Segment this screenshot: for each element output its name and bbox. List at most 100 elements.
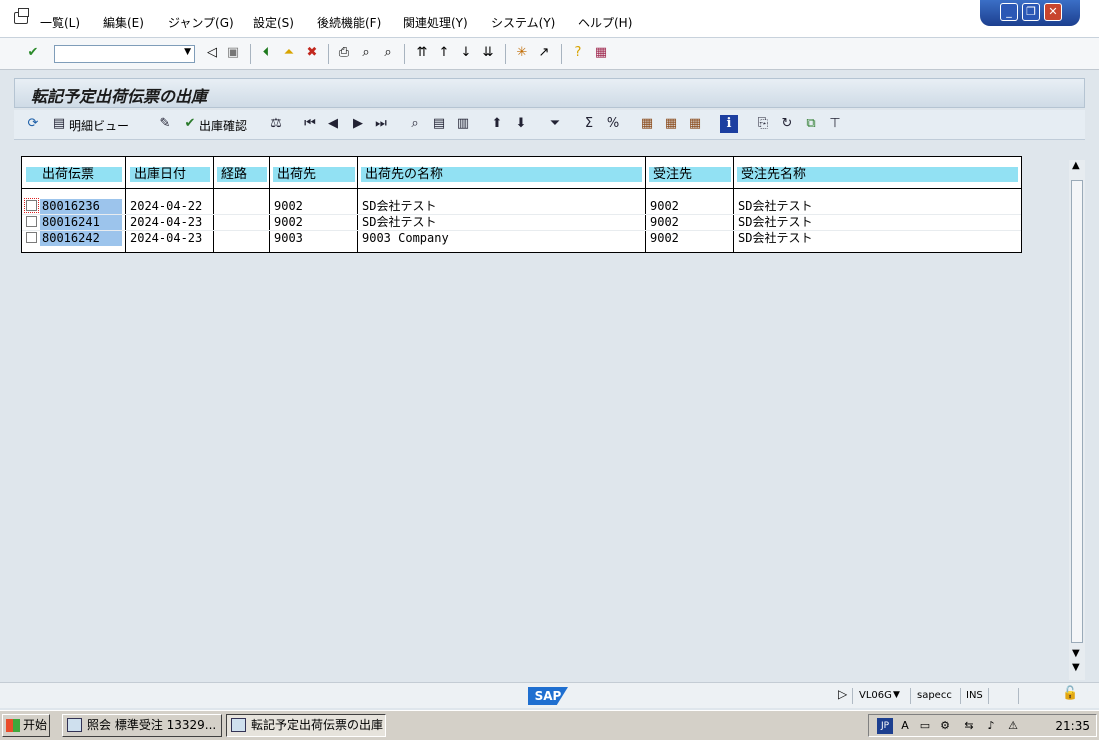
sum-icon[interactable]: Σ xyxy=(580,115,598,133)
chevron-down-icon[interactable]: ▼ xyxy=(893,690,900,700)
ime-input-icon[interactable]: ▭ xyxy=(917,718,933,734)
header-ship-to[interactable]: 出荷先 xyxy=(273,167,355,182)
taskbar-item-goods-issue[interactable]: 転記予定出荷伝票の出庫 xyxy=(226,714,386,737)
details-icon[interactable]: ⌕ xyxy=(406,115,424,133)
change-layout-icon[interactable]: ▦ xyxy=(638,115,656,133)
sort-ascending-icon[interactable]: ⬆ xyxy=(488,115,506,133)
detail-view-icon[interactable]: ▤ xyxy=(50,115,68,133)
previous-item-icon[interactable]: ◀ xyxy=(324,115,342,133)
spreadsheet-icon[interactable]: ⧉ xyxy=(802,115,820,133)
exit-icon[interactable]: ⏶ xyxy=(280,44,298,62)
previous-page-icon[interactable]: ↑ xyxy=(435,44,453,62)
sap-logo: SAP xyxy=(528,687,568,705)
back-triangle-icon[interactable]: ◁ xyxy=(203,44,221,62)
scroll-down-icon[interactable]: ▼ xyxy=(1072,662,1080,673)
sold-to-cell: 9002 xyxy=(650,231,679,245)
restore-button[interactable]: ❐ xyxy=(1022,3,1040,21)
first-page-icon[interactable]: ⇈ xyxy=(413,44,431,62)
menu-list[interactable]: 一覧(L) xyxy=(40,14,80,31)
header-sold-to[interactable]: 受注先 xyxy=(649,167,731,182)
info-icon[interactable]: i xyxy=(720,115,738,133)
close-button[interactable]: ✕ xyxy=(1044,3,1062,21)
filter-icon[interactable]: ⏷ xyxy=(546,115,564,133)
enter-icon[interactable]: ✔ xyxy=(24,44,42,62)
next-item-icon[interactable]: ▶ xyxy=(349,115,367,133)
abc-analysis-icon[interactable]: ↻ xyxy=(778,115,796,133)
toolbar-separator xyxy=(250,44,251,64)
command-field[interactable]: ▼ xyxy=(54,45,195,63)
minimize-button[interactable]: _ xyxy=(1000,3,1018,21)
ship-to-name-cell: 9003 Company xyxy=(362,231,449,245)
header-goods-issue-date[interactable]: 出庫日付 xyxy=(130,167,210,182)
header-ship-to-name[interactable]: 出荷先の名称 xyxy=(361,167,642,182)
menu-edit[interactable]: 編集(E) xyxy=(103,14,144,31)
sort-descending-icon[interactable]: ⬇ xyxy=(512,115,530,133)
header-route[interactable]: 経路 xyxy=(217,167,267,182)
status-separator xyxy=(960,688,961,704)
cancel-icon[interactable]: ✖ xyxy=(303,44,321,62)
menu-settings[interactable]: 設定(S) xyxy=(253,14,294,31)
taskbar-item-sales-order[interactable]: 照会 標準受注 13329... xyxy=(62,714,222,737)
goods-issue-icon[interactable]: ✔ xyxy=(181,115,199,133)
menu-help[interactable]: ヘルプ(H) xyxy=(578,14,632,31)
refresh-icon[interactable]: ⟳ xyxy=(24,115,42,133)
header-delivery[interactable]: 出荷伝票 xyxy=(26,167,122,182)
toolbar-separator xyxy=(328,44,329,64)
ship-to-cell: 9003 xyxy=(274,231,303,245)
print-icon[interactable]: ⎙ xyxy=(335,44,353,62)
find-icon[interactable]: ⌕ xyxy=(357,44,375,62)
goods-issue-button[interactable]: 出庫確認 xyxy=(199,117,247,134)
menu-system[interactable]: システム(Y) xyxy=(491,14,555,31)
next-page-icon[interactable]: ↓ xyxy=(457,44,475,62)
create-session-icon[interactable]: ✳ xyxy=(513,44,531,62)
save-icon[interactable]: ▣ xyxy=(224,44,242,62)
select-layout-icon[interactable]: ▦ xyxy=(662,115,680,133)
clear-filter-icon[interactable]: ⊤ xyxy=(826,115,844,133)
system-menu-icon[interactable] xyxy=(14,8,29,24)
scroll-thumb[interactable] xyxy=(1071,180,1083,643)
header-divider xyxy=(22,188,1021,189)
row-select-checkbox[interactable] xyxy=(24,198,39,213)
detail-view-button[interactable]: 明細ビュー xyxy=(69,117,129,134)
ime-mode-icon[interactable]: A xyxy=(897,718,913,734)
start-button[interactable]: 开始 xyxy=(2,714,50,737)
export-icon[interactable]: ⎘ xyxy=(754,115,772,133)
network-icon[interactable]: ⇆ xyxy=(961,718,977,734)
pencil-icon[interactable]: ✎ xyxy=(156,115,174,133)
ime-indicator[interactable]: JP xyxy=(877,718,893,734)
chevron-down-icon[interactable]: ▼ xyxy=(184,47,191,57)
ship-to-cell: 9002 xyxy=(274,199,303,213)
delivery-number-cell[interactable]: 80016236 xyxy=(40,199,122,214)
security-icon[interactable]: ⚠ xyxy=(1005,718,1021,734)
delivery-number-cell[interactable]: 80016242 xyxy=(40,231,122,246)
first-item-icon[interactable]: ⏮ xyxy=(301,115,319,133)
scroll-up-icon[interactable]: ▲ xyxy=(1072,160,1080,171)
subtotal-icon[interactable]: % xyxy=(604,115,622,133)
menu-goto[interactable]: ジャンプ(G) xyxy=(168,14,234,31)
vertical-scrollbar[interactable]: ▲ ▼ ▼ xyxy=(1069,160,1085,680)
row-select-checkbox[interactable] xyxy=(26,216,37,227)
save-layout-icon[interactable]: ▦ xyxy=(686,115,704,133)
menu-environment[interactable]: 関連処理(Y) xyxy=(403,14,468,31)
find-next-icon[interactable]: ⌕ xyxy=(379,44,397,62)
delivery-number-cell[interactable]: 80016241 xyxy=(40,215,122,230)
save-list-icon[interactable]: ▥ xyxy=(454,115,472,133)
back-icon[interactable]: ⏴ xyxy=(257,44,275,62)
sap-window-icon xyxy=(231,718,246,732)
choose-icon[interactable]: ▤ xyxy=(430,115,448,133)
ime-settings-icon[interactable]: ⚙ xyxy=(937,718,953,734)
help-icon[interactable]: ? xyxy=(569,44,587,62)
scroll-down-icon[interactable]: ▼ xyxy=(1072,648,1080,659)
header-sold-to-name[interactable]: 受注先名称 xyxy=(737,167,1018,182)
status-expand-icon[interactable]: ▷ xyxy=(838,687,847,701)
last-item-icon[interactable]: ⏭ xyxy=(372,115,390,133)
menu-subsequent-functions[interactable]: 後続機能(F) xyxy=(317,14,381,31)
shortcut-icon[interactable]: ↗ xyxy=(535,44,553,62)
scale-icon[interactable]: ⚖ xyxy=(267,115,285,133)
volume-icon[interactable]: ♪ xyxy=(983,718,999,734)
sold-to-cell: 9002 xyxy=(650,215,679,229)
toolbar-separator xyxy=(404,44,405,64)
last-page-icon[interactable]: ⇊ xyxy=(479,44,497,62)
layout-icon[interactable]: ▦ xyxy=(592,44,610,62)
row-select-checkbox[interactable] xyxy=(26,232,37,243)
